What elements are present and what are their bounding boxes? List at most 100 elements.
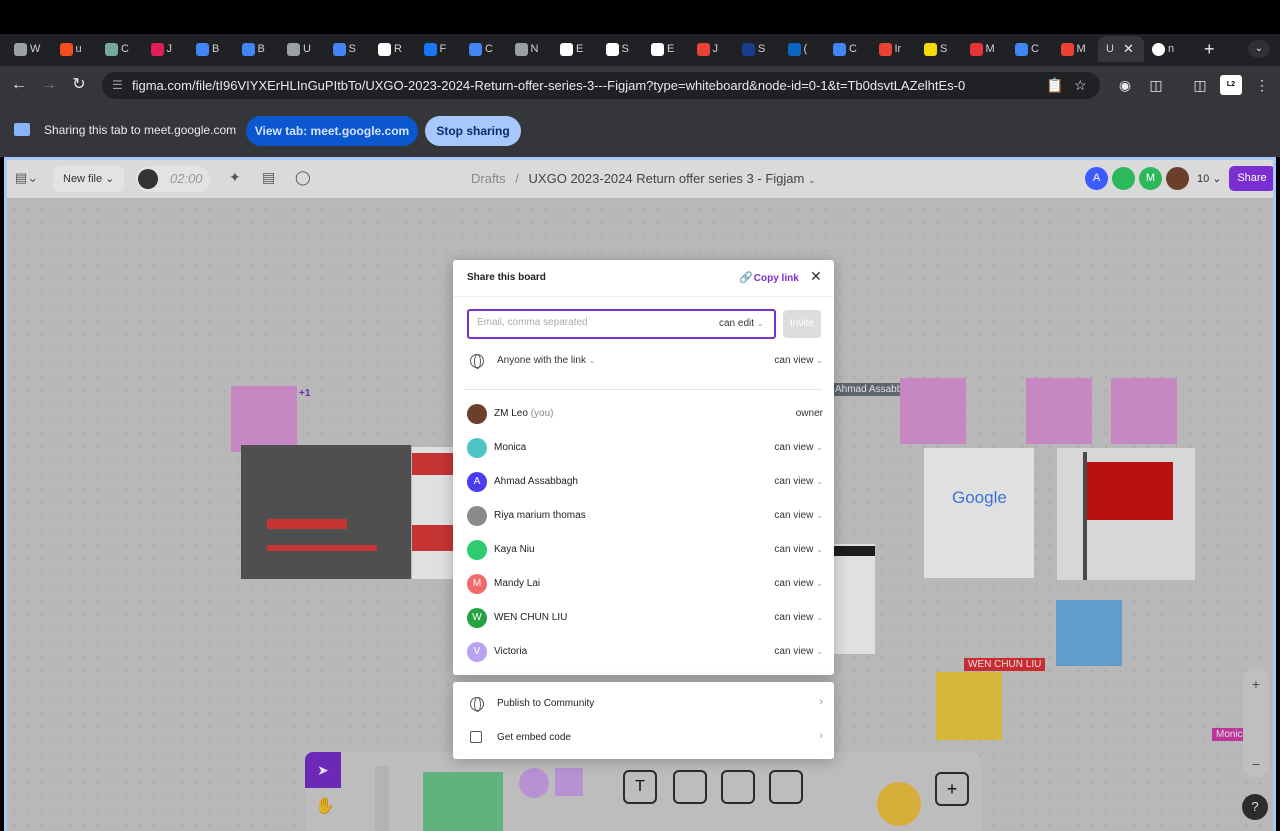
- ai-sparkle-icon[interactable]: ✦: [229, 169, 241, 186]
- browser-tab[interactable]: F: [416, 36, 462, 62]
- collaborator-avatar[interactable]: M: [1139, 167, 1162, 190]
- browser-tab[interactable]: E: [552, 36, 598, 62]
- browser-tab[interactable]: Ir: [871, 36, 917, 62]
- side-panel-icon[interactable]: ◫: [1189, 74, 1211, 96]
- more-menu-icon[interactable]: ⋮: [1251, 74, 1273, 96]
- person-row: Riya marium thomas can view ⌄: [467, 506, 823, 540]
- permission-dropdown[interactable]: can view ⌄: [774, 544, 823, 555]
- address-bar[interactable]: ☰ figma.com/file/tI96VIYXErHLInGuPItbTo/…: [102, 72, 1100, 99]
- browser-tab[interactable]: M: [962, 36, 1008, 62]
- timer-widget[interactable]: 02:00: [136, 166, 210, 192]
- figjam-toolbar: ▤⌄ New file ⌄ 02:00 ✦ ▤ ◯ Drafts / UXGO …: [7, 160, 1273, 198]
- permission-dropdown[interactable]: can view ⌄: [774, 578, 823, 589]
- chevron-down-icon: ⌄: [816, 579, 823, 588]
- invite-email-field[interactable]: can edit ⌄: [467, 309, 776, 339]
- forward-icon[interactable]: →: [38, 74, 60, 96]
- tab-title: C: [849, 43, 857, 55]
- tab-favicon-icon: [332, 42, 346, 56]
- screen-share-icon: [14, 123, 30, 136]
- stop-sharing-button[interactable]: Stop sharing: [425, 116, 521, 146]
- invite-permission-dropdown[interactable]: can edit ⌄: [719, 318, 764, 329]
- collaborator-avatar[interactable]: A: [1085, 167, 1108, 190]
- permission-dropdown[interactable]: can view ⌄: [774, 510, 823, 521]
- browser-tab[interactable]: C: [97, 36, 143, 62]
- layout-icon[interactable]: ▤: [262, 169, 275, 186]
- tab-search-button[interactable]: ⌄: [1248, 40, 1270, 58]
- browser-tab[interactable]: W: [6, 36, 52, 62]
- new-tab-icon[interactable]: +: [1204, 39, 1215, 60]
- browser-tab[interactable]: n: [1144, 36, 1190, 62]
- extension-icon[interactable]: ◉: [1114, 74, 1136, 96]
- comment-icon[interactable]: ◯: [295, 169, 311, 186]
- publish-label: Publish to Community: [497, 698, 595, 709]
- browser-tab[interactable]: C: [461, 36, 507, 62]
- copy-link-button[interactable]: 🔗 Copy link: [739, 271, 799, 284]
- collaborator-avatar[interactable]: [1112, 167, 1135, 190]
- tab-title: M: [985, 43, 995, 55]
- permission-dropdown[interactable]: can view ⌄: [774, 442, 823, 453]
- browser-tab[interactable]: u: [52, 36, 98, 62]
- browser-tab-active[interactable]: U ✕: [1098, 36, 1144, 62]
- invite-button[interactable]: Invite: [783, 310, 821, 338]
- divider: [465, 389, 822, 390]
- email-input[interactable]: [477, 317, 697, 328]
- browser-tab[interactable]: S: [916, 36, 962, 62]
- extensions-puzzle-icon[interactable]: ◫: [1145, 74, 1167, 96]
- browser-tab[interactable]: S: [734, 36, 780, 62]
- browser-tab[interactable]: (: [780, 36, 826, 62]
- browser-tab[interactable]: U: [279, 36, 325, 62]
- collaborator-avatar[interactable]: [1166, 167, 1189, 190]
- browser-tab[interactable]: S: [598, 36, 644, 62]
- permission-dropdown[interactable]: can view ⌄: [774, 646, 823, 657]
- avatar: [467, 404, 487, 424]
- site-settings-icon[interactable]: ☰: [112, 72, 123, 99]
- main-menu-icon[interactable]: ▤⌄: [15, 170, 38, 186]
- tab-title: n: [1168, 43, 1175, 55]
- bookmark-star-icon[interactable]: ☆: [1074, 72, 1087, 99]
- profile-avatar[interactable]: L2: [1220, 75, 1242, 95]
- link-access-dropdown[interactable]: Anyone with the link ⌄: [497, 355, 595, 366]
- browser-tab[interactable]: J: [143, 36, 189, 62]
- tab-title: F: [439, 43, 447, 55]
- chevron-down-icon[interactable]: ⌄: [808, 175, 816, 185]
- breadcrumb-drafts[interactable]: Drafts: [471, 171, 506, 186]
- permission-dropdown[interactable]: can view ⌄: [774, 476, 823, 487]
- collaborator-count[interactable]: 10 ⌄: [1197, 172, 1222, 185]
- tab-title: E: [576, 43, 584, 55]
- tab-title: C: [485, 43, 493, 55]
- embed-code-row[interactable]: Get embed code ›: [467, 728, 823, 750]
- browser-tab[interactable]: N: [507, 36, 553, 62]
- browser-tab[interactable]: B: [188, 36, 234, 62]
- back-icon[interactable]: ←: [8, 74, 30, 96]
- share-button[interactable]: Share: [1229, 166, 1273, 191]
- reload-icon[interactable]: ↻: [68, 74, 90, 96]
- browser-tab[interactable]: J: [689, 36, 735, 62]
- tab-title: S: [758, 43, 766, 55]
- close-icon[interactable]: ✕: [810, 268, 822, 285]
- new-file-button[interactable]: New file ⌄: [53, 166, 125, 192]
- browser-tab[interactable]: C: [1007, 36, 1053, 62]
- tab-sharing-bar: Sharing this tab to meet.google.com View…: [0, 104, 1280, 157]
- view-tab-button[interactable]: View tab: meet.google.com: [246, 116, 418, 146]
- browser-tab[interactable]: S: [325, 36, 371, 62]
- tab-favicon-icon: [1060, 42, 1074, 56]
- browser-tab[interactable]: E: [643, 36, 689, 62]
- browser-tab[interactable]: C: [825, 36, 871, 62]
- browser-tab[interactable]: M: [1053, 36, 1099, 62]
- close-tab-icon[interactable]: ✕: [1123, 41, 1134, 57]
- tab-title: J: [166, 43, 173, 55]
- person-row: Kaya Niu can view ⌄: [467, 540, 823, 574]
- tab-favicon-icon: [651, 42, 664, 56]
- file-title[interactable]: UXGO 2023-2024 Return offer series 3 - F…: [529, 171, 805, 186]
- tab-favicon-icon: [423, 42, 437, 56]
- share-extra-options: Publish to Community › Get embed code ›: [453, 682, 834, 759]
- permission-dropdown[interactable]: can view ⌄: [774, 612, 823, 623]
- publish-to-community-row[interactable]: Publish to Community ›: [467, 694, 823, 716]
- tab-title: u: [75, 43, 82, 55]
- link-permission-dropdown[interactable]: can view ⌄: [774, 355, 823, 366]
- person-name: Ahmad Assabbagh: [494, 476, 578, 487]
- clipboard-icon[interactable]: 📋: [1046, 72, 1063, 99]
- tab-favicon-icon: [742, 42, 755, 56]
- browser-tab[interactable]: R: [370, 36, 416, 62]
- browser-tab[interactable]: B: [234, 36, 280, 62]
